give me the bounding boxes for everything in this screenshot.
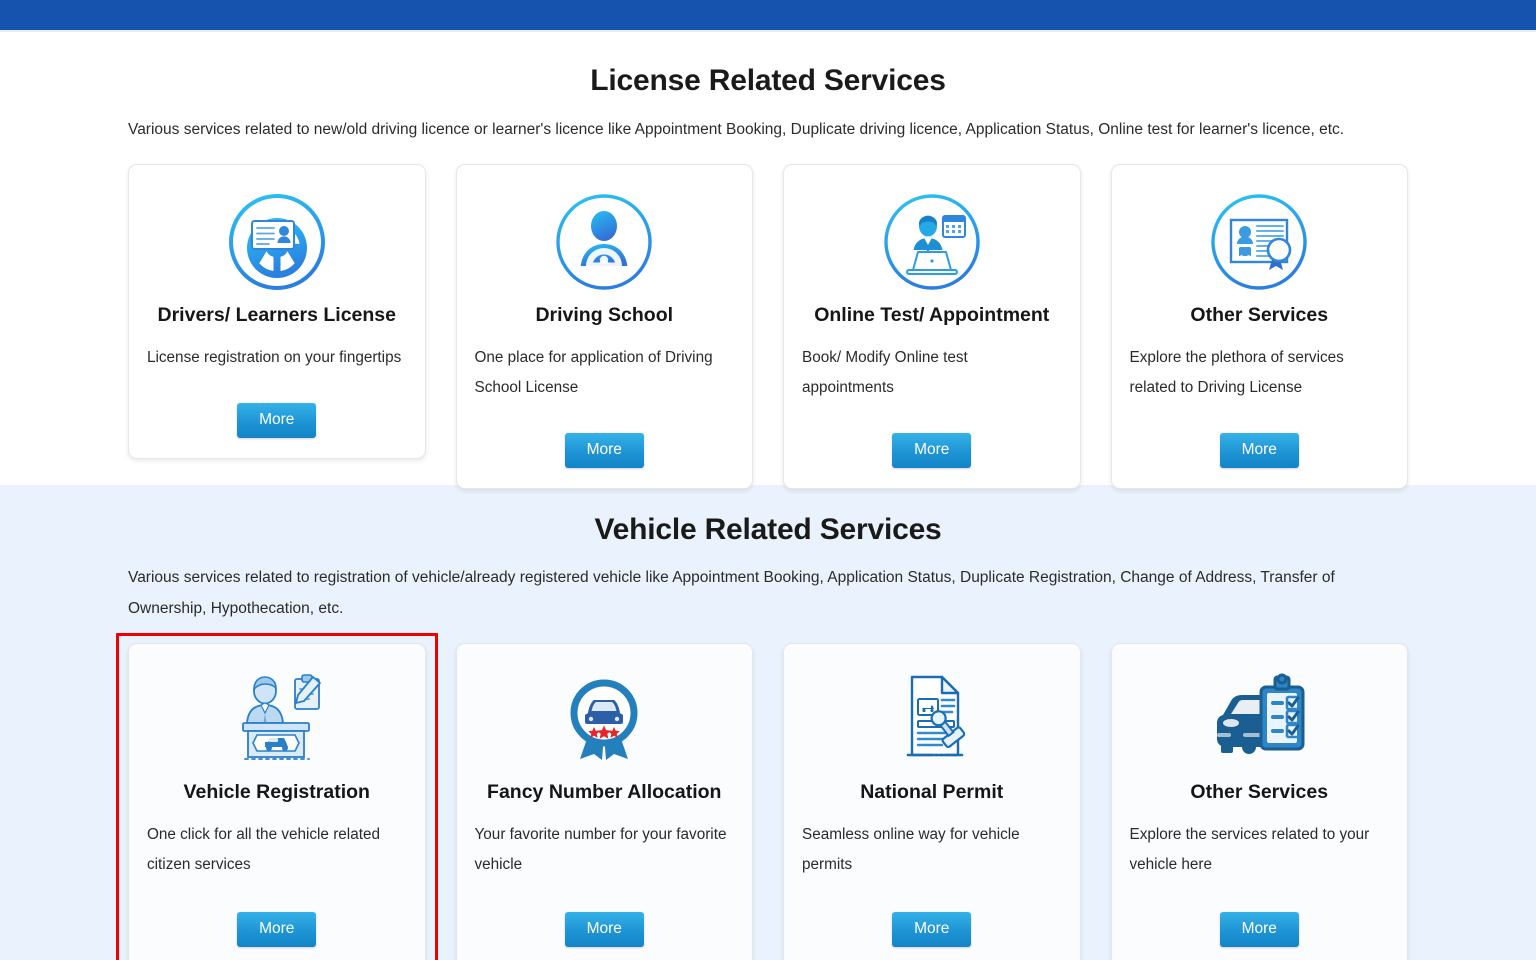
card-description: Explore the plethora of services related… <box>1130 343 1390 421</box>
card-title: National Permit <box>860 780 1003 804</box>
more-button[interactable]: More <box>237 912 316 947</box>
vehicle-section-title: Vehicle Related Services <box>128 485 1408 547</box>
vehicle-section-description: Various services related to registration… <box>128 562 1408 624</box>
card-license-other-services[interactable]: Other Services Explore the plethora of s… <box>1111 164 1409 489</box>
card-online-test-appointment[interactable]: Online Test/ Appointment Book/ Modify On… <box>783 164 1081 489</box>
card-description: One place for application of Driving Sch… <box>475 343 735 421</box>
more-button[interactable]: More <box>565 912 644 947</box>
vehicle-card-grid: Vehicle Registration One click for all t… <box>128 643 1408 960</box>
card-description: License registration on your fingertips <box>147 343 407 391</box>
license-section-description: Various services related to new/old driv… <box>128 114 1408 145</box>
permit-document-stamp-icon <box>880 664 984 774</box>
more-button[interactable]: More <box>565 433 644 468</box>
card-title: Driving School <box>535 303 673 327</box>
page-root: License Related Services Various service… <box>0 0 1536 960</box>
car-checklist-clipboard-icon <box>1203 664 1315 774</box>
card-title: Other Services <box>1190 780 1328 804</box>
card-driving-school[interactable]: Driving School One place for application… <box>456 164 754 489</box>
vehicle-related-services-section: Vehicle Related Services Various service… <box>0 485 1536 960</box>
license-related-services-section: License Related Services Various service… <box>0 32 1536 485</box>
card-national-permit[interactable]: National Permit Seamless online way for … <box>783 643 1081 960</box>
license-card-grid: Drivers/ Learners License License regist… <box>128 164 1408 489</box>
card-description: Book/ Modify Online test appointments <box>802 343 1062 421</box>
card-title: Drivers/ Learners License <box>158 303 396 327</box>
card-description: One click for all the vehicle related ci… <box>147 820 407 900</box>
more-button[interactable]: More <box>1220 433 1299 468</box>
driver-person-steering-wheel-icon <box>552 187 656 297</box>
more-button[interactable]: More <box>892 433 971 468</box>
card-vehicle-registration[interactable]: Vehicle Registration One click for all t… <box>128 643 426 960</box>
card-description: Explore the services related to your veh… <box>1130 820 1390 900</box>
card-description: Seamless online way for vehicle permits <box>802 820 1062 900</box>
card-title: Fancy Number Allocation <box>487 780 721 804</box>
officer-desk-car-clipboard-icon <box>221 664 333 774</box>
card-vehicle-other-services[interactable]: Other Services Explore the services rela… <box>1111 643 1409 960</box>
card-fancy-number-allocation[interactable]: Fancy Number Allocation Your favorite nu… <box>456 643 754 960</box>
person-laptop-calendar-icon <box>880 187 984 297</box>
card-title: Online Test/ Appointment <box>814 303 1049 327</box>
top-navigation-bar <box>0 0 1536 30</box>
more-button[interactable]: More <box>892 912 971 947</box>
license-card-steering-wheel-icon <box>225 187 329 297</box>
card-drivers-learners-license[interactable]: Drivers/ Learners License License regist… <box>128 164 426 459</box>
car-badge-ribbon-stars-icon <box>552 664 656 774</box>
certificate-document-seal-icon <box>1207 187 1311 297</box>
card-description: Your favorite number for your favorite v… <box>475 820 735 900</box>
more-button[interactable]: More <box>1220 912 1299 947</box>
more-button[interactable]: More <box>237 403 316 438</box>
card-title: Vehicle Registration <box>184 780 370 804</box>
license-section-title: License Related Services <box>128 32 1408 98</box>
card-title: Other Services <box>1190 303 1328 327</box>
